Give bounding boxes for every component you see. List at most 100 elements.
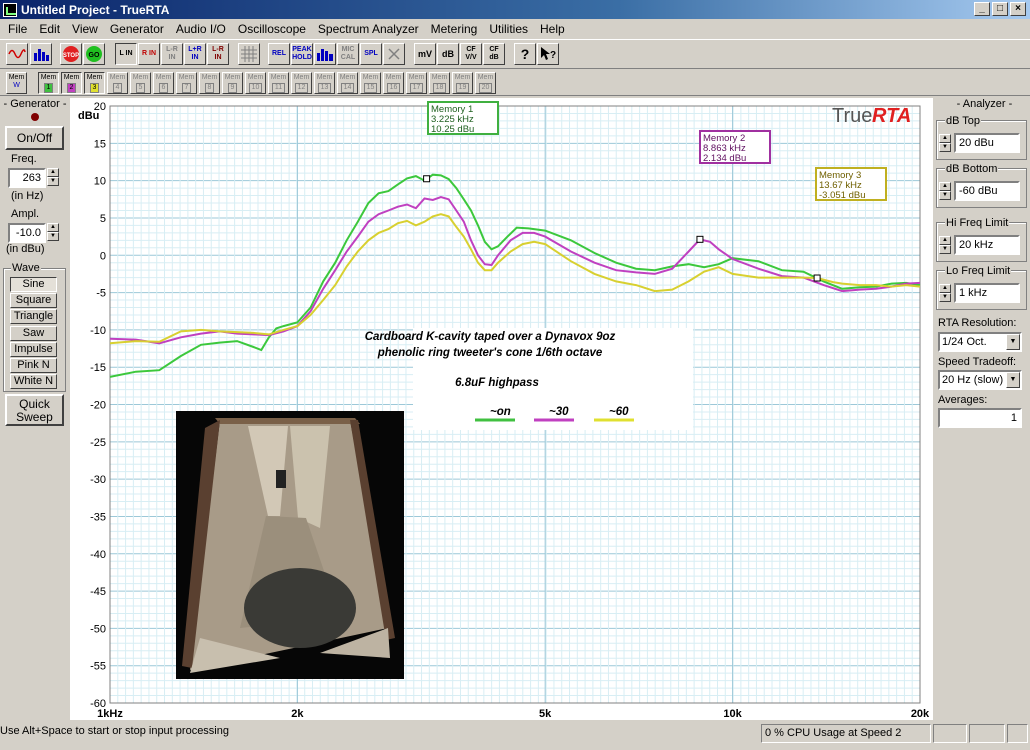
db-top-input[interactable]: 20 dBu [954,133,1020,153]
wave-triangle-button[interactable]: Triangle [10,309,57,324]
memory-slot-3[interactable]: Mem 3 [84,72,105,94]
ampl-stepper[interactable]: ▲ ▼ [47,223,59,241]
db-button[interactable]: dB [437,43,459,65]
wave-impulse-button[interactable]: Impulse [10,342,57,357]
wave-saw-button[interactable]: Saw [10,326,57,341]
oscilloscope-icon[interactable] [6,43,28,65]
speed-tradeoff-select[interactable]: 20 Hz (slow) ▼ [938,370,1022,390]
db-top-stepper[interactable]: ▲ ▼ [939,134,951,152]
memory-slot-5[interactable]: Mem 5 [130,72,151,94]
peak-hold-button[interactable]: PEAK HOLD [291,43,313,65]
menu-utilities[interactable]: Utilities [483,22,534,36]
ampl-input[interactable]: -10.0 [8,223,46,243]
memory-slot-16[interactable]: Mem 16 [383,72,404,94]
analyzer-panel: - Analyzer - dB Top ▲ ▼ 20 dBu dB Bottom … [933,98,1030,718]
memory-slot-19[interactable]: Mem 19 [452,72,473,94]
memory-slot-11[interactable]: Mem 11 [268,72,289,94]
menu-view[interactable]: View [66,22,104,36]
wave-square-button[interactable]: Square [10,293,57,308]
on-off-button[interactable]: On/Off [5,126,64,150]
y-tick-label: -25 [90,437,106,449]
spectrum-icon[interactable] [30,43,52,65]
lo-freq-input[interactable]: 1 kHz [954,283,1020,303]
cf-db-button[interactable]: CF dB [483,43,505,65]
memory-write-button[interactable]: Mem W [6,72,27,94]
quick-sweep-button[interactable]: Quick Sweep [5,394,64,426]
memory-slot-4[interactable]: Mem 4 [107,72,128,94]
memory-slot-15[interactable]: Mem 15 [360,72,381,94]
spectrum-plot: 20151050-5-10-15-20-25-30-35-40-45-50-55… [78,101,930,720]
menu-metering[interactable]: Metering [425,22,484,36]
lo-freq-stepper[interactable]: ▲ ▼ [939,284,951,302]
memory-slot-10[interactable]: Mem 10 [245,72,266,94]
l-r-in-button[interactable]: L-R IN [207,43,229,65]
db-bottom-input[interactable]: -60 dBu [954,181,1020,201]
menu-oscilloscope[interactable]: Oscilloscope [232,22,312,36]
freq-input[interactable]: 263 [8,168,46,188]
menu-spectrum-analyzer[interactable]: Spectrum Analyzer [312,22,425,36]
db-bottom-stepper[interactable]: ▲ ▼ [939,182,951,200]
memory-slot-12[interactable]: Mem 12 [291,72,312,94]
memory-slot-number: 20 [478,83,493,93]
memory-readout-text: 10.25 dBu [431,124,474,135]
mic-cal-button[interactable]: MIC CAL [337,43,359,65]
memory-slot-1[interactable]: Mem 1 [38,72,59,94]
memory-slot-8[interactable]: Mem 8 [199,72,220,94]
freq-stepper[interactable]: ▲ ▼ [47,168,59,186]
l-minus-r-in-button[interactable]: L-R IN [161,43,183,65]
chart-legend: ~on ~30 ~60 [475,406,634,422]
close-button[interactable]: × [1010,2,1026,16]
mem-label: Mem [63,74,80,81]
menu-file[interactable]: File [2,22,33,36]
memory-slot-17[interactable]: Mem 17 [406,72,427,94]
wave-pink-noise-button[interactable]: Pink N [10,358,57,373]
rta-resolution-select[interactable]: 1/24 Oct. ▼ [938,332,1022,352]
dropdown-arrow-icon[interactable]: ▼ [1006,372,1020,388]
memory-slot-number: 18 [432,83,447,93]
dropdown-arrow-icon[interactable]: ▼ [1006,334,1020,350]
status-cell-empty-2 [969,724,1005,743]
memory-slot-7[interactable]: Mem 7 [176,72,197,94]
maximize-button[interactable]: □ [992,2,1008,16]
wave-white-noise-button[interactable]: White N [10,374,57,389]
memory-marker[interactable] [813,274,821,282]
memory-slot-20[interactable]: Mem 20 [475,72,496,94]
memory-slot-2[interactable]: Mem 2 [61,72,82,94]
mv-button[interactable]: mV [414,43,436,65]
memory-marker[interactable] [696,235,704,243]
spl-button[interactable]: SPL [360,43,382,65]
context-help-icon[interactable]: ? [537,43,559,65]
memory-slot-18[interactable]: Mem 18 [429,72,450,94]
bar-graph-icon[interactable] [314,43,336,65]
l-plus-r-in-button[interactable]: L+R IN [184,43,206,65]
memory-slot-6[interactable]: Mem 6 [153,72,174,94]
hi-freq-input[interactable]: 20 kHz [954,235,1020,255]
rel-button[interactable]: REL [268,43,290,65]
l-in-button[interactable]: L IN [115,43,137,65]
r-in-button[interactable]: R IN [138,43,160,65]
x-icon[interactable] [383,43,405,65]
memory-marker[interactable] [423,175,431,183]
memory-slot-9[interactable]: Mem 9 [222,72,243,94]
status-cell-empty-1 [933,724,967,743]
memory-slot-number: 16 [386,83,401,93]
memory-slot-14[interactable]: Mem 14 [337,72,358,94]
cf-vv-button[interactable]: CF V/V [460,43,482,65]
go-button[interactable]: GO [83,43,105,65]
memory-slot-13[interactable]: Mem 13 [314,72,335,94]
spectrum-chart[interactable]: 20 15 10 5 0 -5 -10 -15 -20 -25 -30 -35 -40 -45 -50 -55… [70,98,933,720]
menu-audio-io[interactable]: Audio I/O [170,22,232,36]
averages-input[interactable]: 1 [938,408,1022,428]
menu-edit[interactable]: Edit [33,22,66,36]
menu-generator[interactable]: Generator [104,22,170,36]
hi-freq-stepper[interactable]: ▲ ▼ [939,236,951,254]
minimize-button[interactable]: _ [974,2,990,16]
stop-button[interactable]: STOP [60,43,82,65]
brand-true: True [832,105,872,127]
grid-icon[interactable] [238,43,260,65]
wave-sine-button[interactable]: Sine [10,277,57,292]
help-icon[interactable]: ? [514,43,536,65]
menu-bar: File Edit View Generator Audio I/O Oscil… [0,19,1030,38]
menu-help[interactable]: Help [534,22,571,36]
mem-label: Mem [86,74,103,81]
